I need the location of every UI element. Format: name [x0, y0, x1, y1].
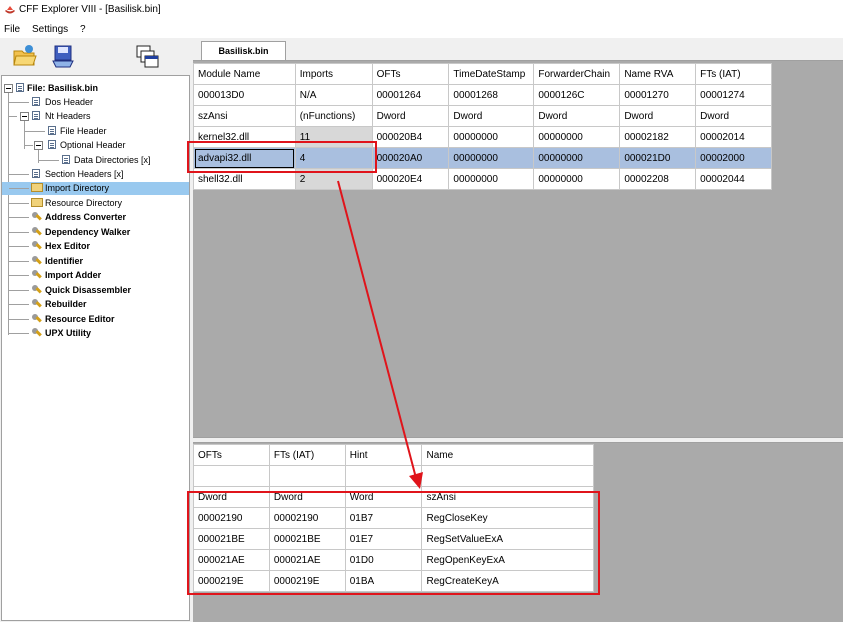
column-header[interactable]: Name RVA: [619, 63, 697, 85]
table-cell[interactable]: 00000000: [533, 126, 621, 148]
column-header[interactable]: OFTs: [193, 444, 270, 466]
table-cell: Dword: [619, 105, 697, 127]
column-header[interactable]: OFTs: [371, 63, 450, 85]
table-cell[interactable]: 00000000: [448, 126, 535, 148]
table-cell[interactable]: 00000000: [533, 168, 621, 190]
table-cell[interactable]: 000020A0: [371, 147, 450, 169]
table-cell: 00001268: [448, 84, 535, 106]
header-icon: [32, 111, 40, 120]
table-cell: (nFunctions): [294, 105, 373, 127]
table-cell: N/A: [294, 84, 373, 106]
table-cell[interactable]: 000021D0: [619, 147, 697, 169]
wrench-icon: [32, 314, 42, 323]
wrench-icon: [32, 328, 42, 337]
table-cell: Dword: [448, 105, 535, 127]
wrench-icon: [32, 256, 42, 265]
tab-basilisk[interactable]: Basilisk.bin: [201, 41, 286, 60]
table-cell[interactable]: 00000000: [533, 147, 621, 169]
table-cell: Dword: [695, 105, 772, 127]
app-icon: [5, 6, 15, 14]
offsets-row: 000013D0 N/A 00001264 00001268 0000126C …: [193, 84, 772, 106]
table-cell: 0000126C: [533, 84, 621, 106]
table-cell[interactable]: 00002208: [619, 168, 697, 190]
table-cell: [344, 465, 423, 487]
functions-header-row: OFTs FTs (IAT) Hint Name: [193, 444, 594, 466]
wrench-icon: [32, 299, 42, 308]
table-cell: 00001274: [695, 84, 772, 106]
wrench-icon: [32, 241, 42, 250]
column-header[interactable]: TimeDateStamp: [448, 63, 535, 85]
table-cell: Dword: [371, 105, 450, 127]
menu-file[interactable]: File: [4, 24, 20, 35]
table-cell[interactable]: 000020B4: [371, 126, 450, 148]
table-cell: szAnsi: [193, 105, 296, 127]
save-disk-icon[interactable]: [50, 43, 76, 69]
open-folder-icon[interactable]: [12, 43, 38, 69]
wrench-icon: [32, 270, 42, 279]
column-header[interactable]: FTs (IAT): [695, 63, 772, 85]
wrench-icon: [32, 227, 42, 236]
folder-icon: [31, 183, 43, 192]
column-header[interactable]: FTs (IAT): [268, 444, 346, 466]
table-cell[interactable]: 00002182: [619, 126, 697, 148]
table-cell[interactable]: 00002044: [695, 168, 772, 190]
table-cell: 00001270: [619, 84, 697, 106]
wrench-icon: [32, 285, 42, 294]
column-header[interactable]: Name: [421, 444, 594, 466]
header-icon: [62, 155, 70, 164]
windows-cascade-icon[interactable]: [134, 43, 160, 69]
highlight-box-functions: [187, 491, 600, 595]
wrench-icon: [32, 212, 42, 221]
toolbar: [0, 38, 190, 72]
pane-splitter[interactable]: [193, 437, 843, 443]
table-cell[interactable]: 00002014: [695, 126, 772, 148]
header-icon: [32, 97, 40, 106]
menu-settings[interactable]: Settings: [32, 24, 68, 35]
menu-help[interactable]: ?: [80, 24, 86, 35]
table-cell[interactable]: 000020E4: [371, 168, 450, 190]
highlight-box-module: [187, 141, 377, 173]
table-cell[interactable]: 00000000: [448, 147, 535, 169]
column-header[interactable]: Module Name: [193, 63, 296, 85]
table-cell: 00001264: [371, 84, 450, 106]
tab-strip: Basilisk.bin: [193, 38, 843, 60]
folder-icon: [31, 198, 43, 207]
types-row: szAnsi (nFunctions) Dword Dword Dword Dw…: [193, 105, 772, 127]
tree-view: File: Basilisk.bin Dos Header Nt Headers…: [1, 75, 190, 621]
header-icon: [48, 126, 56, 135]
table-cell[interactable]: 00000000: [448, 168, 535, 190]
table-cell: Dword: [533, 105, 621, 127]
column-header[interactable]: ForwarderChain: [533, 63, 621, 85]
column-header[interactable]: Imports: [294, 63, 373, 85]
modules-header-row: Module Name Imports OFTs TimeDateStamp F…: [193, 63, 772, 85]
header-icon: [32, 169, 40, 178]
title-bar: CFF Explorer VIII - [Basilisk.bin]: [0, 0, 843, 22]
table-cell: [421, 465, 594, 487]
table-cell: [193, 465, 270, 487]
table-cell[interactable]: 00002000: [695, 147, 772, 169]
column-header[interactable]: Hint: [344, 444, 423, 466]
window-title: CFF Explorer VIII - [Basilisk.bin]: [19, 4, 161, 15]
table-cell: [268, 465, 346, 487]
header-icon: [48, 140, 56, 149]
table-cell: 000013D0: [193, 84, 296, 106]
menu-bar: File Settings ?: [0, 21, 843, 38]
empty-row: [193, 465, 594, 487]
file-icon: [16, 83, 24, 92]
